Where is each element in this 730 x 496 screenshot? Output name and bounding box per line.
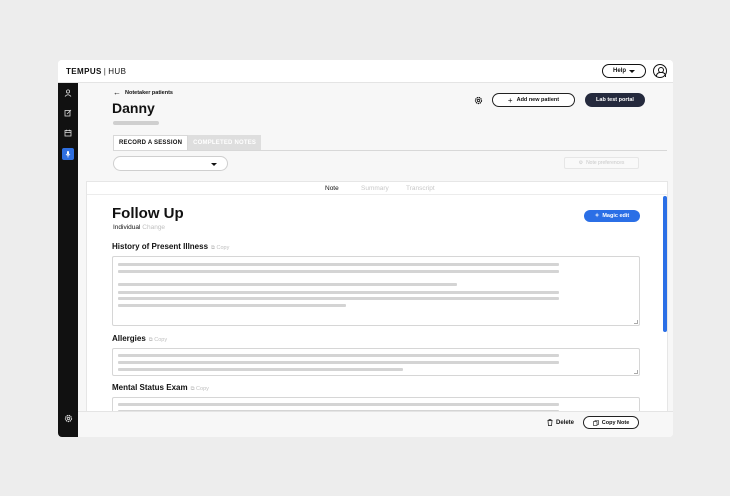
section-heading: History of Present Illness ⧉ Copy <box>112 242 229 252</box>
calendar-icon[interactable] <box>62 127 74 139</box>
plus-icon: + <box>507 95 513 105</box>
section-textbox[interactable] <box>112 256 640 326</box>
top-bar: TEMPUS | HUB Help <box>58 60 673 83</box>
redacted-line <box>118 403 559 406</box>
note-preferences-label: Note preferences <box>586 160 625 166</box>
main-content: ← Notetaker patients Danny + Add new pat… <box>78 83 673 437</box>
magic-edit-button[interactable]: ✧ Magic edit <box>584 210 640 222</box>
app-window: TEMPUS | HUB Help ← Notetaker patients D… <box>58 60 673 437</box>
patient-name: Danny <box>112 100 155 116</box>
sidebar <box>58 83 78 437</box>
redacted-line <box>118 354 559 357</box>
section-heading: Mental Status Exam ⧉ Copy <box>112 383 209 393</box>
copy-icon <box>592 419 599 426</box>
scrollbar[interactable] <box>663 196 667 332</box>
patient-subtitle-placeholder <box>113 121 159 125</box>
brand-name: TEMPUS <box>66 67 102 76</box>
tab-note[interactable]: Note <box>325 185 339 192</box>
section-title: Allergies <box>112 334 146 343</box>
note-type: Individual <box>113 224 141 231</box>
magic-edit-label: Magic edit <box>602 213 630 219</box>
tab-transcript[interactable]: Transcript <box>406 185 435 192</box>
tab-record-a-session[interactable]: RECORD A SESSION <box>113 135 189 150</box>
section-title: History of Present Illness <box>112 242 209 251</box>
copy-link[interactable]: ⧉ Copy <box>211 245 229 252</box>
note-title: Follow Up <box>112 205 184 222</box>
edit-icon[interactable] <box>62 107 74 119</box>
section-textbox[interactable] <box>112 348 640 376</box>
tabs-divider <box>113 150 667 151</box>
note-subtitle: Individual Change <box>113 224 165 231</box>
chevron-down-icon <box>211 163 217 166</box>
copy-note-label: Copy Note <box>601 419 630 426</box>
copy-label: Copy <box>216 245 230 251</box>
session-tabs: RECORD A SESSION COMPLETED NOTES <box>113 135 262 150</box>
redacted-line <box>118 263 559 266</box>
redacted-line <box>118 291 559 294</box>
section-heading: Allergies ⧉ Copy <box>112 334 167 344</box>
note-tabs: Note Summary Transcript <box>87 182 667 195</box>
trash-icon <box>547 419 553 426</box>
help-label: Help <box>612 68 626 74</box>
change-link[interactable]: Change <box>142 224 165 231</box>
help-button[interactable]: Help <box>602 64 646 78</box>
user-account-icon[interactable] <box>653 64 667 78</box>
lab-test-portal-button[interactable]: Lab test portal <box>585 93 645 107</box>
redacted-line <box>118 270 559 273</box>
template-select[interactable] <box>113 156 228 171</box>
copy-link[interactable]: ⧉ Copy <box>149 337 167 344</box>
section-title: Mental Status Exam <box>112 383 188 392</box>
copy-label: Copy <box>196 386 209 392</box>
delete-button[interactable]: Delete <box>547 419 574 426</box>
copy-link[interactable]: ⧉ Copy <box>191 386 209 393</box>
tab-completed-notes[interactable]: COMPLETED NOTES <box>188 135 262 150</box>
arrow-left-icon: ← <box>113 88 121 97</box>
magic-wand-icon: ✧ <box>594 213 600 219</box>
back-link-label: Notetaker patients <box>125 90 173 96</box>
delete-label: Delete <box>556 419 575 426</box>
settings-icon[interactable] <box>62 412 74 424</box>
brand-logo: TEMPUS | HUB <box>66 67 126 76</box>
note-preferences-button[interactable]: ⚙ Note preferences <box>564 157 639 169</box>
redacted-line <box>118 283 457 286</box>
microphone-icon[interactable] <box>62 148 74 160</box>
copy-note-button[interactable]: Copy Note <box>583 416 639 429</box>
copy-label: Copy <box>154 337 168 343</box>
bottom-action-bar: Delete Copy Note <box>78 411 673 437</box>
redacted-line <box>118 361 559 364</box>
redacted-line <box>118 297 559 300</box>
resize-handle[interactable] <box>634 370 638 374</box>
back-link[interactable]: ← Notetaker patients <box>113 89 173 97</box>
add-new-patient-label: Add new patient <box>516 97 560 103</box>
chevron-down-icon <box>629 69 635 73</box>
person-icon[interactable] <box>62 87 74 99</box>
tab-summary[interactable]: Summary <box>361 185 389 192</box>
brand-separator: | <box>103 67 107 76</box>
sliders-icon: ⚙ <box>578 160 584 166</box>
brand-product: HUB <box>108 67 127 76</box>
note-panel: Note Summary Transcript Follow Up Indivi… <box>86 181 668 437</box>
resize-handle[interactable] <box>634 320 638 324</box>
redacted-line <box>118 368 403 371</box>
add-new-patient-button[interactable]: + Add new patient <box>492 93 575 107</box>
gear-icon[interactable] <box>474 96 483 107</box>
redacted-line <box>118 304 346 307</box>
